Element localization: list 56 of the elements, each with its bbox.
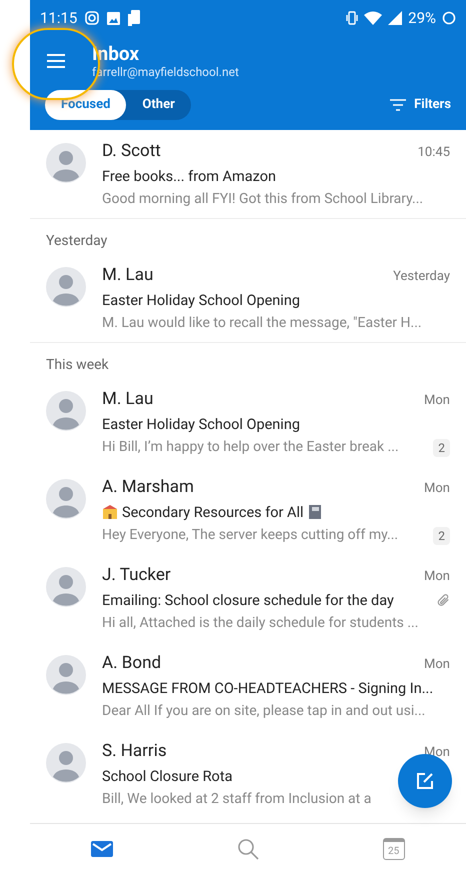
battery-ring-icon	[442, 11, 456, 25]
avatar-silhouette	[46, 743, 86, 783]
message-preview: Bill, We looked at 2 staff from Inclusion at a	[102, 790, 372, 810]
message-subject: Emailing: School closure schedule for the day	[102, 590, 394, 610]
message-time: Mon	[424, 392, 450, 410]
battery-percent: 29%	[408, 8, 436, 29]
avatar-silhouette	[46, 479, 86, 519]
sender-name: M. Lau	[102, 264, 154, 287]
sender-name: S. Harris	[102, 740, 167, 763]
message-preview: Hi all, Attached is the daily schedule for students ...	[102, 614, 418, 634]
message-subject: Easter Holiday School Opening	[102, 414, 300, 434]
message-preview: M. Lau would like to recall the message, "Easter H...	[102, 314, 422, 334]
compose-icon	[416, 772, 434, 790]
message-time: Mon	[424, 568, 450, 586]
message-subject: Secondary Resources for All	[122, 502, 304, 522]
message-preview: Hi Bill, I’m happy to help over the Easter break ...	[102, 438, 399, 458]
avatar-silhouette	[46, 655, 86, 695]
sender-name: M. Lau	[102, 388, 154, 411]
vibrate-icon	[346, 11, 358, 25]
message-subject: MESSAGE FROM CO-HEADTEACHERS - Signing In...	[102, 678, 434, 698]
filter-icon	[390, 99, 406, 111]
sender-name: A. Marsham	[102, 476, 194, 499]
message-preview: Dear All If you are on site, please tap in and out usi...	[102, 702, 426, 722]
notebook-icon	[308, 504, 322, 520]
search-icon[interactable]	[236, 836, 260, 860]
avatar-silhouette	[46, 391, 86, 431]
menu-icon	[47, 54, 65, 68]
section-header: Yesterday	[45, 232, 108, 251]
sender-name: J. Tucker	[102, 564, 171, 587]
message-preview: Hey Everyone, The server keeps cutting off my...	[102, 526, 398, 546]
thread-count: 2	[433, 526, 450, 545]
inbox-tab[interactable]: Other	[126, 90, 191, 120]
message-time: Yesterday	[393, 268, 450, 286]
message-subject: Free books... from Amazon	[102, 166, 276, 186]
section-header: This week	[45, 356, 110, 375]
wifi-icon	[364, 11, 382, 25]
filters-button[interactable]: Filters	[390, 95, 451, 115]
camera-icon	[85, 11, 100, 25]
sender-name: A. Bond	[102, 652, 162, 675]
avatar-silhouette	[46, 567, 86, 607]
mail-tab-icon[interactable]	[91, 840, 114, 856]
inbox-tab[interactable]: Focused	[45, 90, 126, 120]
calendar-tab[interactable]: 25	[382, 838, 405, 860]
image-icon	[107, 12, 120, 24]
signal-icon	[388, 11, 402, 25]
message-time: Mon	[424, 656, 450, 674]
message-preview: Good morning all FYI! Got this from School Library...	[102, 190, 424, 210]
avatar-silhouette	[46, 143, 86, 183]
sender-name: D. Scott	[102, 140, 161, 163]
status-time: 11:15	[40, 8, 78, 29]
message-time: Mon	[424, 480, 450, 498]
message-time: 10:45	[418, 144, 450, 162]
message-subject: Easter Holiday School Opening	[102, 290, 300, 310]
message-subject: School Closure Rota	[102, 766, 232, 786]
avatar-silhouette	[46, 267, 86, 307]
thread-count: 2	[433, 438, 450, 457]
